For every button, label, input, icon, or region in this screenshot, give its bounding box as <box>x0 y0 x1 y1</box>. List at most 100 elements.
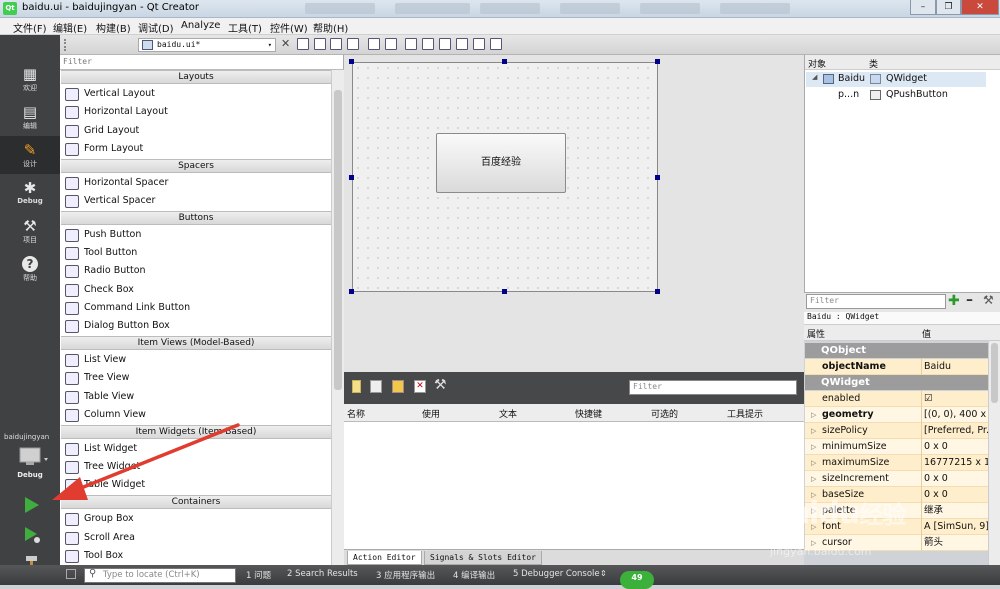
configure-icon[interactable]: ⚒ <box>983 293 994 307</box>
menu-tools[interactable]: 工具(T) <box>228 20 262 35</box>
mode-projects[interactable]: ⚒ 项目 <box>0 212 60 250</box>
run-button[interactable] <box>22 495 42 515</box>
widget-item[interactable]: Horizontal Layout <box>62 103 330 121</box>
output-pane-issues[interactable]: 1 问题 <box>246 569 271 581</box>
resize-handle[interactable] <box>349 59 354 64</box>
add-property-icon[interactable]: ✚ <box>948 293 960 309</box>
edit-buddies-icon[interactable] <box>330 38 342 50</box>
widget-item[interactable]: Tool Box <box>62 547 330 565</box>
drag-handle[interactable] <box>64 39 72 51</box>
expand-arrow-icon[interactable]: ▷ <box>811 471 816 487</box>
property-value[interactable]: ☑ <box>921 391 988 407</box>
widget-item[interactable]: Grid Layout <box>62 122 330 140</box>
debug-run-button[interactable] <box>22 525 42 545</box>
column-header[interactable]: 名称 <box>347 407 365 420</box>
property-value[interactable]: 16777215 x 1... <box>921 455 988 471</box>
property-group-header[interactable]: QObject <box>805 343 988 358</box>
menu-build[interactable]: 构建(B) <box>96 20 131 35</box>
expand-arrow-icon[interactable]: ▷ <box>811 407 816 423</box>
restore-button[interactable]: ❐ <box>936 0 961 15</box>
menu-debug[interactable]: 调试(D) <box>138 20 174 35</box>
toggle-sidebar-icon[interactable] <box>66 569 76 579</box>
resize-handle[interactable] <box>502 59 507 64</box>
tab-signals-slots-editor[interactable]: Signals & Slots Editor <box>424 551 542 565</box>
locator-input[interactable]: Type to locate (Ctrl+K) <box>84 568 236 583</box>
edit-widgets-icon[interactable] <box>297 38 309 50</box>
column-header[interactable]: 类 <box>869 57 878 70</box>
widget-item[interactable]: Vertical Layout <box>62 85 330 103</box>
property-value[interactable]: A [SimSun, 9] <box>921 519 988 535</box>
layout-grid-icon[interactable] <box>439 38 451 50</box>
menu-controls[interactable]: 控件(W) <box>270 20 308 35</box>
widget-item[interactable]: List Widget <box>62 440 330 458</box>
output-pane-compile-output[interactable]: 4 编译输出 <box>453 569 495 581</box>
mode-help[interactable]: ? 帮助 <box>0 250 60 288</box>
object-tree-row[interactable]: p...n QPushButton <box>806 88 986 103</box>
scrollbar-thumb[interactable] <box>334 90 342 390</box>
mode-debug[interactable]: ✱ Debug <box>0 174 60 212</box>
action-filter-input[interactable]: Filter <box>629 380 797 395</box>
resize-handle[interactable] <box>349 289 354 294</box>
object-tree-row[interactable]: ◢ Baidu QWidget <box>806 72 986 87</box>
delete-action-icon[interactable]: ✕ <box>414 380 426 393</box>
widget-item[interactable]: Radio Button <box>62 262 330 280</box>
mode-welcome[interactable]: ▦ 欢迎 <box>0 60 60 98</box>
layout-splitter-h-icon[interactable] <box>405 38 417 50</box>
widget-item[interactable]: Check Box <box>62 281 330 299</box>
widget-category-header[interactable]: Item Views (Model-Based) <box>61 336 331 351</box>
widget-item[interactable]: Command Link Button <box>62 299 330 317</box>
new-action-icon[interactable] <box>352 380 361 393</box>
column-header[interactable]: 属性 <box>807 327 825 340</box>
property-filter-input[interactable]: Filter <box>806 294 946 309</box>
column-header[interactable]: 工具提示 <box>727 407 763 420</box>
widget-item[interactable]: Column View <box>62 406 330 424</box>
layout-vertical-icon[interactable] <box>385 38 397 50</box>
layout-form-icon[interactable] <box>456 38 468 50</box>
widget-filter-input[interactable]: Filter <box>60 55 344 70</box>
close-button[interactable]: ✕ <box>961 0 999 15</box>
widget-item[interactable]: Dialog Button Box <box>62 317 330 335</box>
resize-handle[interactable] <box>502 289 507 294</box>
paste-action-icon[interactable] <box>392 380 404 393</box>
widget-item[interactable]: List View <box>62 351 330 369</box>
widget-category-header[interactable]: Spacers <box>61 158 331 173</box>
open-document-combo[interactable]: baidu.ui* ▾ <box>138 38 276 52</box>
property-group-header[interactable]: QWidget <box>805 375 988 390</box>
resize-handle[interactable] <box>655 289 660 294</box>
edit-tab-order-icon[interactable] <box>347 38 359 50</box>
property-value[interactable]: 继承 <box>921 503 988 519</box>
property-value[interactable]: 0 x 0 <box>921 471 988 487</box>
widget-category-header[interactable]: Containers <box>61 495 331 510</box>
menu-file[interactable]: 文件(F) <box>13 20 47 35</box>
widget-item[interactable]: Form Layout <box>62 140 330 158</box>
property-value[interactable]: [(0, 0), 400 x 3... <box>921 407 988 423</box>
property-row[interactable]: ▷ maximumSize 16777215 x 1... <box>805 455 988 471</box>
more-panes-icon[interactable]: ⇕ <box>600 569 607 578</box>
widget-item[interactable]: Group Box <box>62 510 330 528</box>
expand-arrow-icon[interactable]: ▷ <box>811 439 816 455</box>
action-table-body[interactable] <box>344 422 804 549</box>
break-layout-icon[interactable] <box>473 38 485 50</box>
column-header[interactable]: 值 <box>922 327 931 340</box>
property-value[interactable]: Baidu <box>921 359 988 375</box>
property-row[interactable]: enabled ☑ <box>805 391 988 407</box>
widget-category-header[interactable]: Layouts <box>61 70 331 84</box>
layout-splitter-v-icon[interactable] <box>422 38 434 50</box>
notification-badge[interactable]: 49 <box>620 571 654 589</box>
adjust-size-icon[interactable] <box>490 38 502 50</box>
widget-item[interactable]: Tree View <box>62 369 330 387</box>
close-document-icon[interactable]: ✕ <box>281 37 290 50</box>
widget-item[interactable]: Push Button <box>62 226 330 244</box>
column-header[interactable]: 使用 <box>422 407 440 420</box>
menu-help[interactable]: 帮助(H) <box>313 20 348 35</box>
tab-action-editor[interactable]: Action Editor <box>347 551 422 565</box>
minimize-button[interactable]: – <box>910 0 936 15</box>
expand-arrow-icon[interactable]: ◢ <box>812 73 817 81</box>
property-row[interactable]: ▷ geometry [(0, 0), 400 x 3... <box>805 407 988 423</box>
mode-design[interactable]: ✎ 设计 <box>0 136 60 174</box>
widget-item[interactable]: Tool Button <box>62 244 330 262</box>
form-push-button[interactable]: 百度经验 <box>436 133 566 193</box>
widget-item[interactable]: Scroll Area <box>62 529 330 547</box>
property-value[interactable]: 0 x 0 <box>921 439 988 455</box>
resize-handle[interactable] <box>349 175 354 180</box>
